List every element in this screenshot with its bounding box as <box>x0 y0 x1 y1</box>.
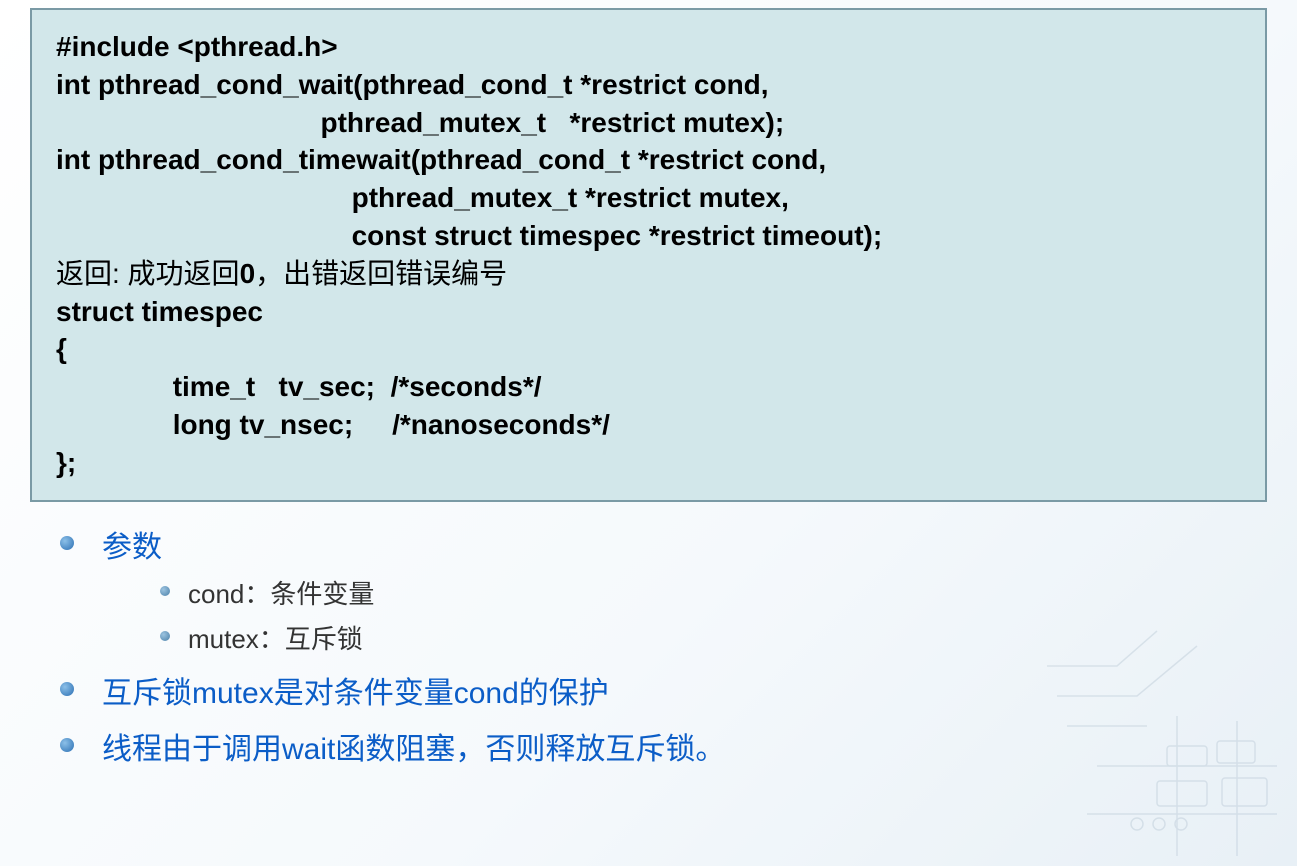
bullet-sub-cond-label: cond：条件变量 <box>188 574 374 611</box>
bullet-params: 参数 <box>60 522 1247 566</box>
bullet-thread-block-label: 线程由于调用wait函数阻塞，否则释放互斥锁。 <box>102 724 725 768</box>
bullet-sub-cond: cond：条件变量 <box>160 574 1247 611</box>
bullet-icon <box>160 586 170 596</box>
return-zero: 0 <box>240 258 256 289</box>
bullet-icon <box>60 536 74 550</box>
bullet-icon <box>60 738 74 752</box>
bullet-list: 参数 cond：条件变量 mutex：互斥锁 互斥锁mutex是对条件变量con… <box>60 522 1247 768</box>
code-line-brace-open: { <box>56 330 1241 368</box>
code-line-wait-1: int pthread_cond_wait(pthread_cond_t *re… <box>56 66 1241 104</box>
bullet-mutex-protect: 互斥锁mutex是对条件变量cond的保护 <box>60 668 1247 712</box>
code-line-tvsec: time_t tv_sec; /*seconds*/ <box>56 368 1241 406</box>
code-line-timewait-3: const struct timespec *restrict timeout)… <box>56 217 1241 255</box>
code-line-timewait-2: pthread_mutex_t *restrict mutex, <box>56 179 1241 217</box>
code-line-struct: struct timespec <box>56 293 1241 331</box>
code-line-include: #include <pthread.h> <box>56 28 1241 66</box>
code-line-wait-2: pthread_mutex_t *restrict mutex); <box>56 104 1241 142</box>
code-box: #include <pthread.h> int pthread_cond_wa… <box>30 8 1267 502</box>
code-line-timewait-1: int pthread_cond_timewait(pthread_cond_t… <box>56 141 1241 179</box>
code-line-return: 返回: 成功返回0，出错返回错误编号 <box>56 255 1241 293</box>
code-line-tvnsec: long tv_nsec; /*nanoseconds*/ <box>56 406 1241 444</box>
bullet-mutex-protect-label: 互斥锁mutex是对条件变量cond的保护 <box>102 668 609 712</box>
bullet-icon <box>60 682 74 696</box>
bullet-icon <box>160 631 170 641</box>
return-prefix: 返回: 成功返回 <box>56 258 240 289</box>
bullet-sub-mutex: mutex：互斥锁 <box>160 619 1247 656</box>
bullet-thread-block: 线程由于调用wait函数阻塞，否则释放互斥锁。 <box>60 724 1247 768</box>
return-suffix: ，出错返回错误编号 <box>255 258 507 289</box>
bullet-params-label: 参数 <box>102 522 162 566</box>
bullet-sub-mutex-label: mutex：互斥锁 <box>188 619 363 656</box>
code-line-brace-close: }; <box>56 444 1241 482</box>
